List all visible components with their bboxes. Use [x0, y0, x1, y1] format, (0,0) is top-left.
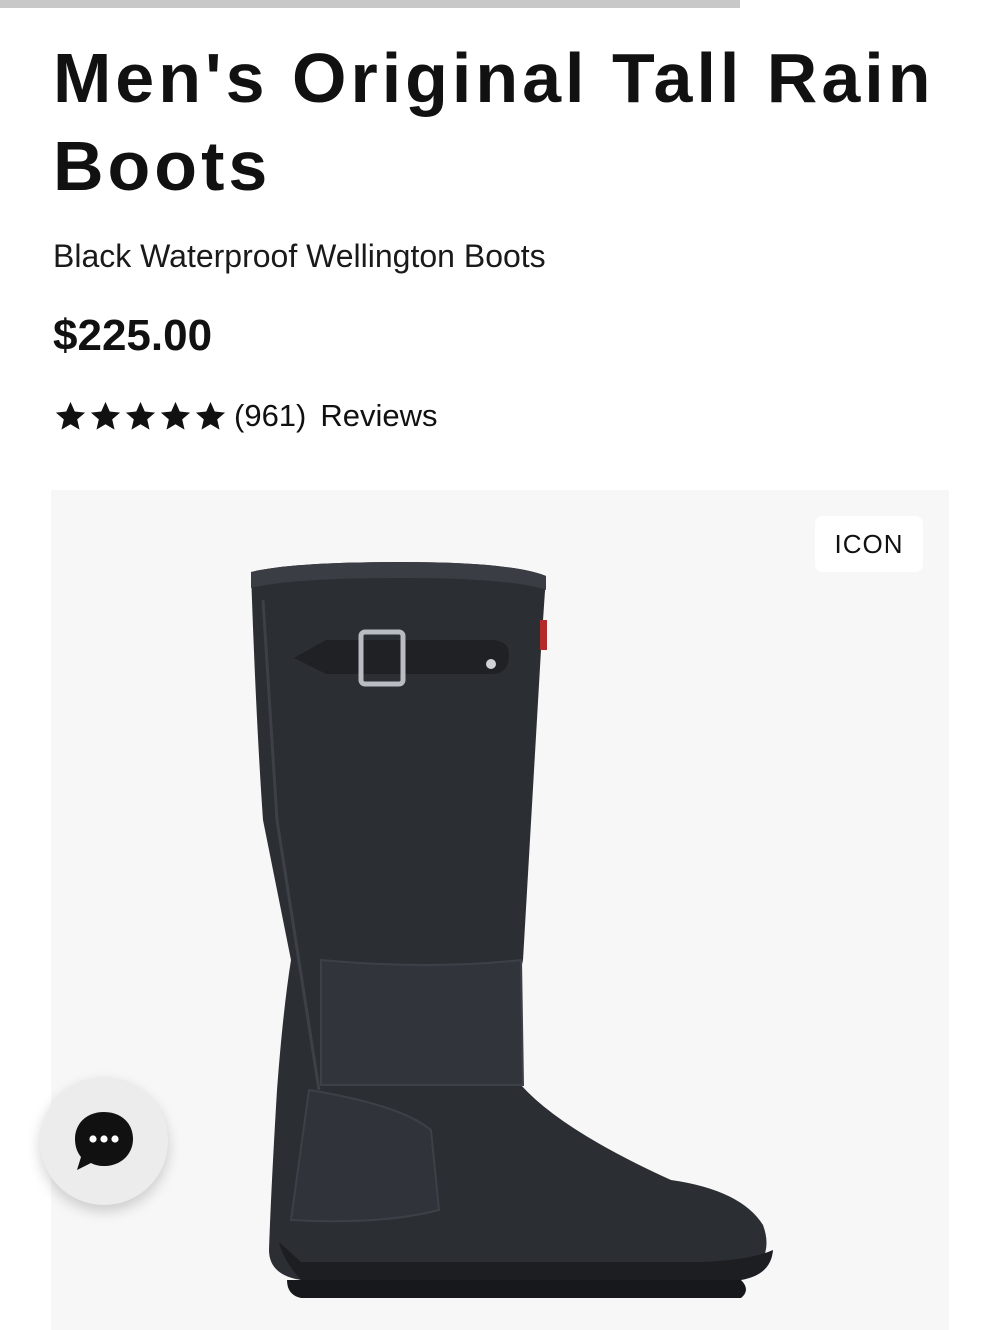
- product-subtitle: Black Waterproof Wellington Boots: [53, 238, 546, 274]
- product-title: Men's Original Tall Rain Boots: [53, 39, 935, 205]
- star-icon: [90, 401, 121, 430]
- review-count: (961): [234, 398, 307, 433]
- star-icon: [195, 401, 226, 430]
- chat-bubble-ellipsis-icon: [75, 1112, 133, 1170]
- product-image-gallery[interactable]: ICON: [51, 490, 949, 1330]
- icon-badge: ICON: [815, 516, 923, 572]
- rating-summary[interactable]: (961) Reviews: [53, 394, 438, 438]
- star-icon: [160, 401, 191, 430]
- star-icon: [55, 401, 86, 430]
- star-icon: [125, 401, 156, 430]
- scroll-progress-fill: [0, 0, 740, 8]
- rating-stars: [53, 399, 228, 434]
- scroll-progress-bar: [0, 0, 1000, 8]
- reviews-link[interactable]: Reviews: [320, 398, 437, 434]
- product-price: $225.00: [53, 311, 213, 360]
- product-image-boot: [251, 562, 773, 1298]
- chat-button[interactable]: [40, 1077, 168, 1205]
